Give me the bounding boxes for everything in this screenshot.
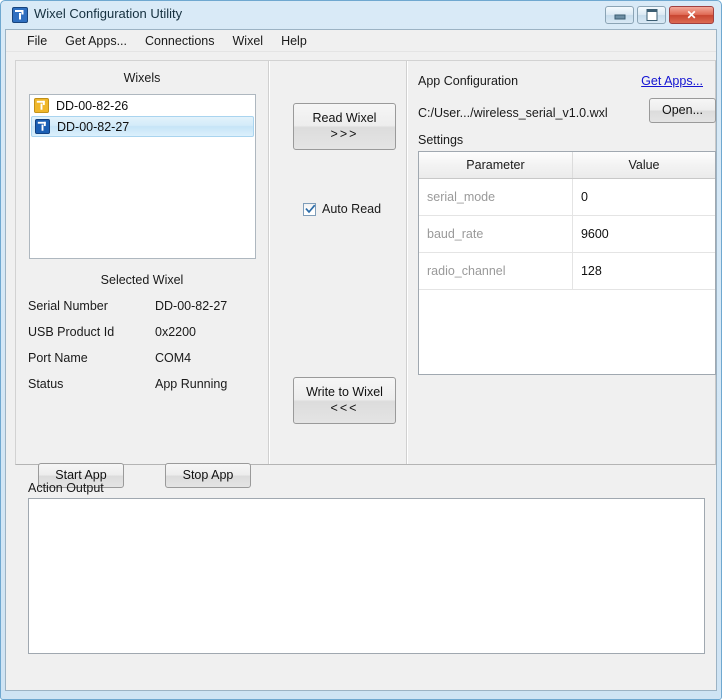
list-item-label: DD-00-82-27 bbox=[57, 120, 129, 134]
wixels-list[interactable]: DD-00-82-26 DD-00-82-27 bbox=[29, 94, 256, 259]
wixel-device-icon-yellow bbox=[34, 98, 49, 113]
close-icon: ✕ bbox=[670, 9, 713, 21]
status-value: App Running bbox=[155, 377, 258, 391]
open-button[interactable]: Open... bbox=[649, 98, 716, 123]
column-header-value[interactable]: Value bbox=[572, 152, 715, 179]
table-row[interactable]: baud_rate 9600 bbox=[419, 216, 715, 253]
maximize-button[interactable] bbox=[637, 6, 666, 24]
checkmark-icon bbox=[305, 204, 316, 215]
checkbox-box[interactable] bbox=[303, 203, 316, 216]
wixel-app-icon bbox=[12, 7, 28, 23]
menu-item-wixel[interactable]: Wixel bbox=[224, 32, 273, 50]
menu-bar: File Get Apps... Connections Wixel Help bbox=[6, 30, 716, 52]
cell-value[interactable]: 9600 bbox=[572, 216, 715, 253]
column-header-parameter[interactable]: Parameter bbox=[419, 152, 572, 179]
table-row[interactable]: radio_channel 128 bbox=[419, 253, 715, 290]
cell-parameter: serial_mode bbox=[419, 179, 572, 216]
write-to-wixel-button[interactable]: Write to Wixel <<< bbox=[293, 377, 396, 424]
table-header-row: Parameter Value bbox=[419, 152, 715, 179]
app-configuration-title: App Configuration bbox=[418, 74, 518, 88]
main-panel: Wixels DD-00-82-26 bbox=[15, 60, 716, 465]
info-value: COM4 bbox=[155, 351, 258, 365]
menu-item-connections[interactable]: Connections bbox=[136, 32, 224, 50]
info-label: Port Name bbox=[28, 351, 155, 365]
settings-table[interactable]: Parameter Value serial_mode 0 baud_rate … bbox=[418, 151, 716, 375]
read-wixel-button[interactable]: Read Wixel >>> bbox=[293, 103, 396, 150]
wixels-section-title: Wixels bbox=[16, 71, 268, 85]
app-file-path: C:/User.../wireless_serial_v1.0.wxl bbox=[418, 106, 608, 120]
close-button[interactable]: ✕ bbox=[669, 6, 714, 24]
application-window: Wixel Configuration Utility ✕ File Get A… bbox=[0, 0, 722, 700]
cell-parameter: radio_channel bbox=[419, 253, 572, 290]
action-output-textarea[interactable] bbox=[28, 498, 705, 654]
read-wixel-label: Read Wixel bbox=[313, 111, 377, 125]
read-wixel-arrows-icon: >>> bbox=[294, 127, 395, 143]
table-row[interactable]: serial_mode 0 bbox=[419, 179, 715, 216]
info-value: DD-00-82-27 bbox=[155, 299, 258, 313]
info-value: 0x2200 bbox=[155, 325, 258, 339]
cell-value[interactable]: 128 bbox=[572, 253, 715, 290]
window-title: Wixel Configuration Utility bbox=[34, 6, 182, 21]
auto-read-checkbox[interactable]: Auto Read bbox=[303, 202, 381, 216]
minimize-button[interactable] bbox=[605, 6, 634, 24]
info-row-port-name: Port Name COM4 bbox=[28, 351, 258, 365]
info-row-usb-product-id: USB Product Id 0x2200 bbox=[28, 325, 258, 339]
write-wixel-label: Write to Wixel bbox=[306, 385, 383, 399]
info-row-serial-number: Serial Number DD-00-82-27 bbox=[28, 299, 258, 313]
menu-item-get-apps[interactable]: Get Apps... bbox=[56, 32, 136, 50]
auto-read-label: Auto Read bbox=[322, 202, 381, 216]
settings-label: Settings bbox=[418, 133, 463, 147]
cell-value[interactable]: 0 bbox=[572, 179, 715, 216]
info-label: Status bbox=[28, 377, 155, 391]
column-divider-right bbox=[406, 61, 408, 464]
info-row-status: Status App Running bbox=[28, 377, 258, 391]
list-item[interactable]: DD-00-82-26 bbox=[30, 95, 255, 116]
action-output-label: Action Output bbox=[28, 481, 104, 495]
info-label: USB Product Id bbox=[28, 325, 155, 339]
selected-wixel-title: Selected Wixel bbox=[16, 273, 268, 287]
window-controls: ✕ bbox=[605, 6, 714, 24]
cell-parameter: baud_rate bbox=[419, 216, 572, 253]
stop-app-button[interactable]: Stop App bbox=[165, 463, 251, 488]
column-divider-left bbox=[268, 61, 270, 464]
write-wixel-arrows-icon: <<< bbox=[294, 401, 395, 417]
menu-item-file[interactable]: File bbox=[18, 32, 56, 50]
list-item-label: DD-00-82-26 bbox=[56, 99, 128, 113]
get-apps-link[interactable]: Get Apps... bbox=[641, 74, 703, 88]
list-item[interactable]: DD-00-82-27 bbox=[31, 116, 254, 137]
wixel-device-icon-blue bbox=[35, 119, 50, 134]
title-bar: Wixel Configuration Utility ✕ bbox=[2, 1, 720, 29]
menu-item-help[interactable]: Help bbox=[272, 32, 316, 50]
client-area: File Get Apps... Connections Wixel Help … bbox=[5, 29, 717, 691]
info-label: Serial Number bbox=[28, 299, 155, 313]
